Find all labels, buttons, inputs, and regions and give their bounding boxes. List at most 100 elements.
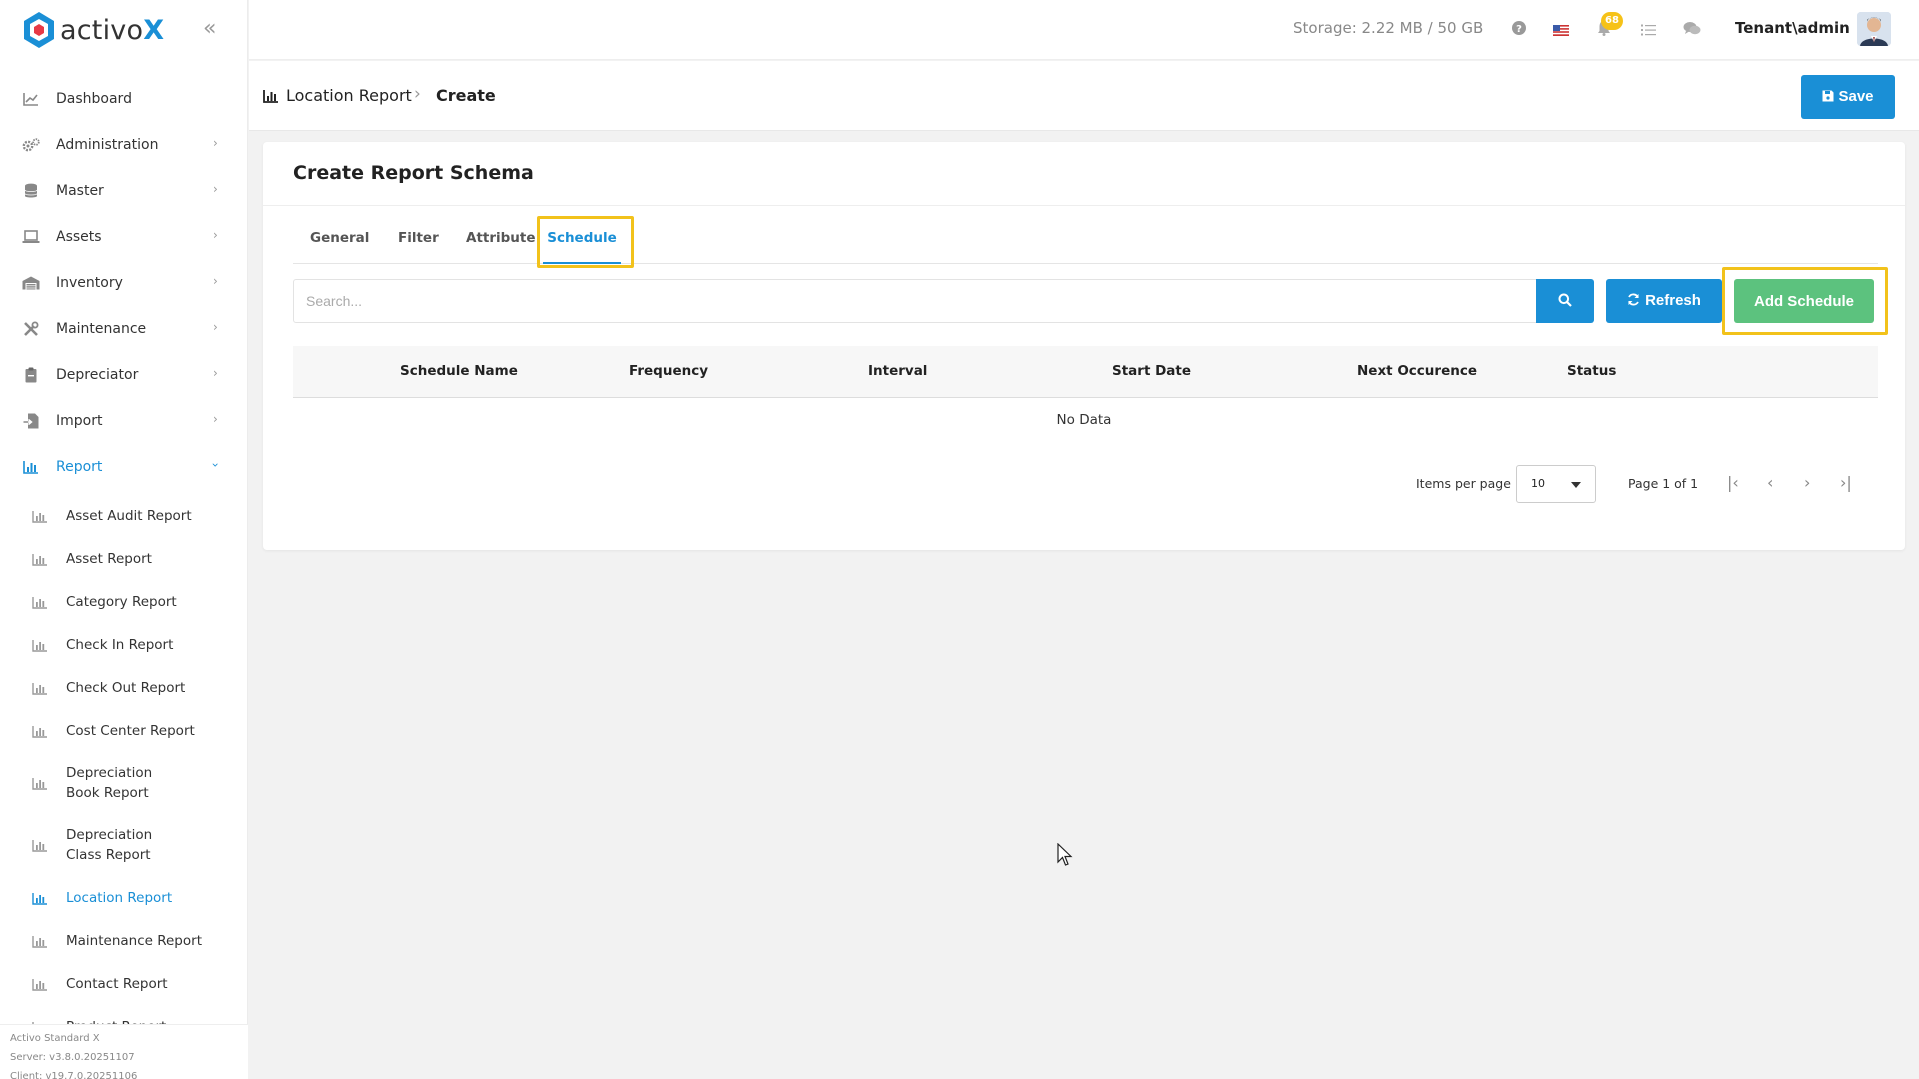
add-schedule-button[interactable]: Add Schedule	[1734, 279, 1874, 323]
first-page-icon[interactable]: |‹	[1727, 473, 1739, 492]
chart-bar-icon	[32, 595, 48, 609]
avatar[interactable]	[1857, 12, 1891, 46]
page-title: Create Report Schema	[293, 162, 534, 184]
items-per-page-value: 10	[1531, 477, 1545, 490]
tab-filter[interactable]: Filter	[398, 224, 439, 264]
task-list-icon[interactable]	[1641, 22, 1656, 40]
sidebar-subitem-check-in-report[interactable]: Check In Report	[0, 623, 248, 666]
collapse-sidebar-icon[interactable]: «	[203, 16, 216, 41]
client-version: Client: v19.7.0.20251106	[10, 1071, 138, 1079]
sidebar-subitem-label: Depreciation Class Report	[66, 827, 153, 863]
sidebar-subitem-contact-report[interactable]: Contact Report	[0, 962, 248, 1005]
sidebar-subitem-maintenance-report[interactable]: Maintenance Report	[0, 919, 248, 962]
breadcrumb-parent-link[interactable]: Location Report	[286, 86, 412, 105]
chevron-right-icon: ›	[213, 136, 218, 150]
report-submenu: Asset Audit Report Asset Report Category R…	[0, 490, 248, 1060]
column-header-start-date[interactable]: Start Date	[1112, 363, 1191, 379]
logo-text: activoX	[60, 14, 165, 46]
sidebar-item-administration[interactable]: Administration ›	[0, 122, 248, 168]
logo-hex-icon	[24, 12, 54, 48]
chevron-right-icon: ›	[213, 228, 218, 242]
svg-text:?: ?	[1516, 24, 1522, 35]
clipboard-icon	[22, 366, 40, 384]
prev-page-icon[interactable]: ‹	[1767, 473, 1773, 492]
sidebar-subitem-cost-center-report[interactable]: Cost Center Report	[0, 709, 248, 752]
chevron-right-icon: ›	[213, 182, 218, 196]
chevron-right-icon: ›	[213, 320, 218, 334]
sidebar-item-label: Depreciator	[56, 367, 139, 383]
mouse-cursor-icon	[1057, 842, 1073, 871]
table-empty-message: No Data	[1056, 412, 1112, 428]
sidebar-item-master[interactable]: Master ›	[0, 168, 248, 214]
chart-bar-icon	[32, 977, 48, 991]
chart-bar-icon	[32, 681, 48, 695]
sidebar-subitem-label: Cost Center Report	[66, 722, 195, 739]
chart-bar-icon	[32, 509, 48, 523]
save-icon	[1822, 89, 1834, 106]
chevron-right-icon: ›	[213, 274, 218, 288]
search-input[interactable]	[293, 279, 1538, 323]
top-header: Storage: 2.22 MB / 50 GB ? 68 Tenant\adm…	[249, 0, 1919, 60]
us-flag-icon[interactable]	[1553, 22, 1569, 40]
sidebar-item-dashboard[interactable]: Dashboard	[0, 76, 248, 122]
help-icon[interactable]: ?	[1511, 20, 1527, 40]
search-button[interactable]	[1536, 279, 1594, 323]
sidebar-subitem-label: Check In Report	[66, 636, 174, 653]
chart-bar-icon	[32, 891, 48, 905]
file-import-icon	[22, 412, 40, 430]
sidebar-item-label: Report	[56, 459, 103, 475]
chart-bar-icon	[32, 776, 48, 790]
tools-icon	[22, 320, 40, 338]
sidebar-subitem-check-out-report[interactable]: Check Out Report	[0, 666, 248, 709]
notification-count-badge: 68	[1601, 12, 1623, 30]
refresh-icon	[1627, 293, 1640, 310]
sidebar-subitem-label: Asset Report	[66, 550, 152, 567]
sidebar-subitem-label: Contact Report	[66, 975, 168, 992]
table-header: Schedule Name Frequency Interval Start D…	[293, 346, 1878, 398]
tab-attribute[interactable]: Attribute	[466, 224, 536, 264]
database-icon	[22, 182, 40, 200]
save-button[interactable]: Save	[1801, 75, 1895, 119]
sidebar-item-import[interactable]: Import ›	[0, 398, 248, 444]
sidebar-item-assets[interactable]: Assets ›	[0, 214, 248, 260]
sidebar-item-label: Assets	[56, 229, 102, 245]
refresh-button[interactable]: Refresh	[1606, 279, 1722, 323]
sidebar-subitem-asset-report[interactable]: Asset Report	[0, 537, 248, 580]
report-schema-card: Create Report Schema General Filter Attr…	[263, 142, 1905, 550]
sidebar-subitem-category-report[interactable]: Category Report	[0, 580, 248, 623]
tab-general[interactable]: General	[310, 224, 369, 264]
sidebar-item-depreciator[interactable]: Depreciator ›	[0, 352, 248, 398]
sidebar-item-maintenance[interactable]: Maintenance ›	[0, 306, 248, 352]
sidebar-subitem-location-report[interactable]: Location Report	[0, 876, 248, 919]
column-header-next-occurence[interactable]: Next Occurence	[1357, 363, 1477, 379]
report-icon	[263, 88, 279, 107]
sidebar-subitem-label: Category Report	[66, 593, 177, 610]
chevron-right-icon: ›	[213, 366, 218, 380]
user-name[interactable]: Tenant\admin	[1735, 19, 1850, 37]
chart-bar-icon	[32, 934, 48, 948]
sidebar-subitem-depreciation-class-report[interactable]: Depreciation Class Report	[0, 814, 248, 876]
column-header-frequency[interactable]: Frequency	[629, 363, 708, 379]
tab-schedule[interactable]: Schedule	[543, 224, 621, 264]
sidebar: activoX « Dashboard Administration › Mas…	[0, 0, 248, 1079]
tab-active-indicator	[543, 262, 621, 264]
sidebar-subitem-asset-audit-report[interactable]: Asset Audit Report	[0, 494, 248, 537]
logo[interactable]: activoX «	[0, 0, 247, 60]
column-header-status[interactable]: Status	[1567, 363, 1616, 379]
sidebar-subitem-depreciation-book-report[interactable]: Depreciation Book Report	[0, 752, 248, 814]
next-page-icon[interactable]: ›	[1804, 473, 1810, 492]
cogs-icon	[22, 136, 40, 154]
warehouse-icon	[22, 274, 40, 292]
items-per-page-select[interactable]: 10	[1516, 465, 1596, 503]
sidebar-item-label: Inventory	[56, 275, 123, 291]
chat-icon[interactable]	[1683, 21, 1701, 40]
sidebar-item-inventory[interactable]: Inventory ›	[0, 260, 248, 306]
column-header-schedule-name[interactable]: Schedule Name	[400, 363, 518, 379]
sidebar-item-report[interactable]: Report ›	[0, 444, 248, 490]
sidebar-item-label: Maintenance	[56, 321, 147, 337]
tab-label: Schedule	[547, 230, 617, 246]
breadcrumb-separator-icon: ›	[414, 84, 421, 104]
column-header-interval[interactable]: Interval	[868, 363, 927, 379]
page-info: Page 1 of 1	[1628, 476, 1699, 491]
last-page-icon[interactable]: ›|	[1840, 473, 1852, 492]
